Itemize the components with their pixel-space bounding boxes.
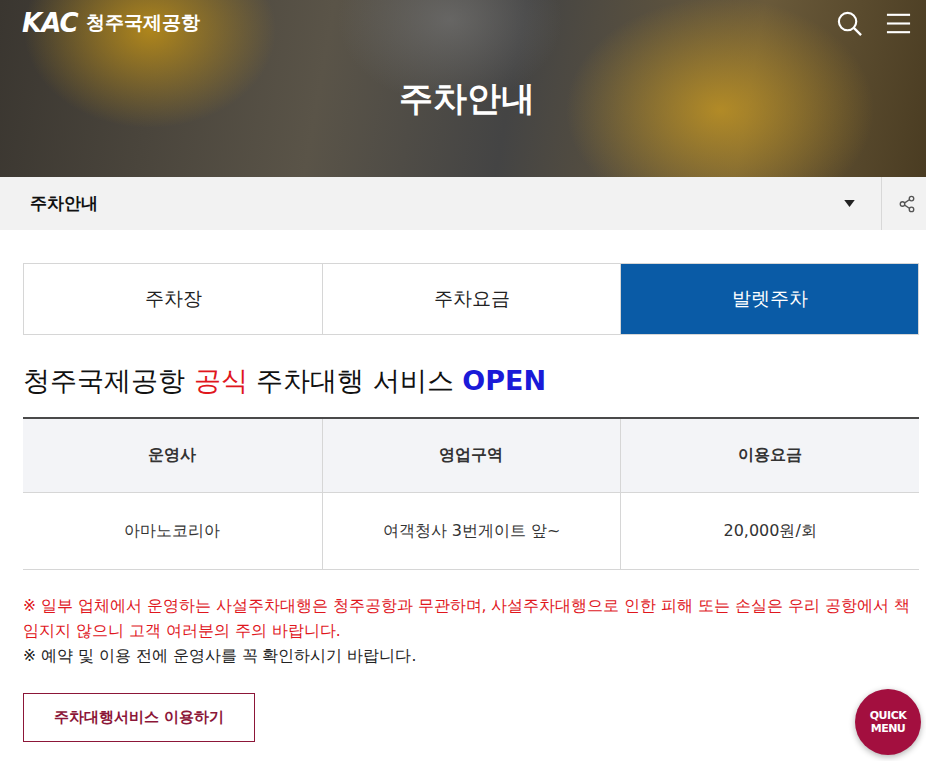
tab-bar: 주차장주차요금발렛주차: [23, 263, 919, 335]
tab[interactable]: 주차장: [24, 264, 322, 334]
valet-service-button[interactable]: 주차대행서비스 이용하기: [23, 693, 255, 742]
logo-mark: KAC: [22, 8, 78, 38]
notice: ※ 예약 및 이용 전에 운영사를 꼭 확인하시기 바랍니다.: [23, 644, 919, 669]
section-heading: 청주국제공항 공식 주차대행 서비스 OPEN: [23, 361, 919, 401]
table-header: 운영사영업구역이용요금: [23, 419, 919, 493]
menu-icon[interactable]: [885, 10, 912, 37]
column-header: 영업구역: [322, 419, 621, 492]
quick-menu-button[interactable]: QUICKMENU: [855, 689, 921, 755]
breadcrumb-actions: [844, 177, 926, 230]
top-icons: [836, 10, 912, 37]
heading-segment: OPEN: [462, 365, 546, 396]
quick-menu-label: MENU: [871, 722, 906, 735]
breadcrumb-label[interactable]: 주차안내: [30, 192, 98, 215]
share-icon: [898, 195, 916, 213]
notice-list: ※ 일부 업체에서 운영하는 사설주차대행은 청주공항과 무관하며, 사설주차대…: [23, 594, 919, 669]
logo[interactable]: KAC 청주국제공항: [22, 8, 200, 38]
search-icon[interactable]: [836, 10, 863, 37]
heading-segment: 공식: [194, 365, 248, 396]
share-button[interactable]: [881, 177, 926, 230]
column-header: 운영사: [23, 419, 322, 492]
table-row: 아마노코리아여객청사 3번게이트 앞~20,000원/회: [23, 493, 919, 570]
heading-segment: 청주국제공항: [23, 365, 194, 396]
logo-text: 청주국제공항: [86, 10, 200, 36]
quick-menu-label: QUICK: [870, 709, 906, 722]
tab[interactable]: 주차요금: [322, 264, 620, 334]
valet-table: 운영사영업구역이용요금아마노코리아여객청사 3번게이트 앞~20,000원/회: [23, 417, 919, 570]
dropdown-icon[interactable]: [844, 200, 855, 207]
heading-segment: 주차대행 서비스: [248, 365, 463, 396]
table-cell: 여객청사 3번게이트 앞~: [322, 493, 621, 569]
page: KAC청주국제공항주차안내주차안내주차장주차요금발렛주차청주국제공항 공식 주차…: [0, 0, 926, 761]
hero-banner: KAC 청주국제공항주차안내: [0, 0, 926, 177]
page-title: 주차안내: [22, 76, 912, 122]
table-cell: 아마노코리아: [23, 493, 322, 569]
top-bar: KAC 청주국제공항: [22, 8, 912, 38]
content: 주차장주차요금발렛주차청주국제공항 공식 주차대행 서비스 OPEN 운영사영업구…: [0, 230, 926, 742]
table-cell: 20,000원/회: [620, 493, 919, 569]
tab[interactable]: 발렛주차: [620, 264, 918, 334]
column-header: 이용요금: [620, 419, 919, 492]
breadcrumb-bar: 주차안내: [0, 177, 926, 230]
notice: ※ 일부 업체에서 운영하는 사설주차대행은 청주공항과 무관하며, 사설주차대…: [23, 594, 919, 644]
